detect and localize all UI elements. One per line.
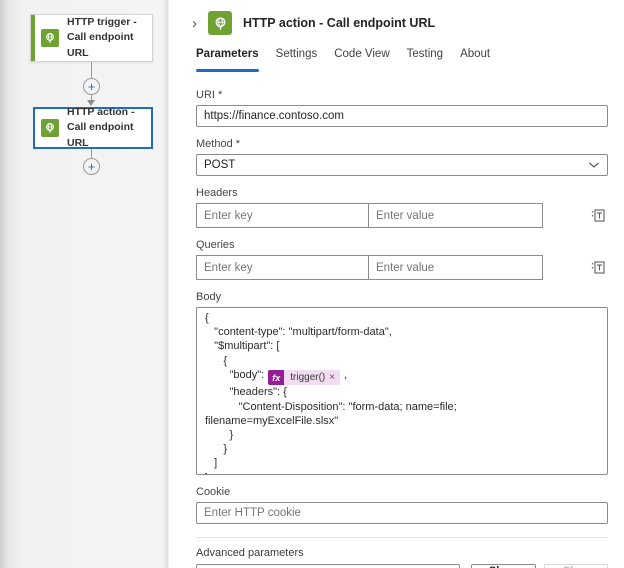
- switch-to-text-mode-icon[interactable]: [589, 206, 608, 225]
- queries-value-input[interactable]: [369, 256, 542, 279]
- action-node-selected[interactable]: HTTP action - Call endpoint URL: [33, 107, 153, 149]
- required-asterisk: *: [236, 138, 240, 150]
- chevron-down-icon: [588, 161, 600, 169]
- connector-line: [91, 62, 92, 78]
- tab-settings[interactable]: Settings: [276, 48, 318, 72]
- collapse-panel-button[interactable]: ›: [188, 15, 201, 32]
- tab-about[interactable]: About: [460, 48, 490, 72]
- expression-token-label: trigger(): [284, 371, 328, 385]
- queries-label: Queries: [196, 239, 608, 251]
- trigger-node-label: HTTP trigger - Call endpoint URL: [67, 15, 144, 61]
- advanced-parameters-label: Advanced parameters: [196, 547, 608, 559]
- headers-label: Headers: [196, 187, 608, 199]
- plus-icon: +: [88, 80, 96, 93]
- method-label: Method*: [196, 138, 608, 150]
- http-connector-icon: [208, 11, 232, 35]
- required-asterisk: *: [218, 89, 222, 101]
- trigger-accent-bar: [31, 15, 35, 61]
- cookie-label: Cookie: [196, 486, 608, 498]
- uri-input[interactable]: [196, 105, 608, 127]
- queries-key-input[interactable]: [197, 256, 368, 279]
- panel-title: HTTP action - Call endpoint URL: [243, 16, 435, 30]
- cookie-input[interactable]: [196, 502, 608, 524]
- uri-label: URI*: [196, 89, 608, 101]
- method-select[interactable]: POST: [196, 154, 608, 176]
- workflow-canvas: HTTP trigger - Call endpoint URL + HTTP …: [0, 0, 168, 568]
- advanced-parameters-row: Showing 0 of 1 Show all Clear all: [196, 564, 608, 568]
- clear-all-button[interactable]: Clear all: [544, 564, 608, 568]
- add-step-button[interactable]: +: [83, 158, 100, 175]
- method-selected-value: POST: [204, 159, 235, 171]
- queries-key-value: [196, 255, 543, 280]
- panel-header: › HTTP action - Call endpoint URL: [196, 5, 608, 41]
- remove-token-icon[interactable]: ×: [328, 371, 340, 385]
- expression-token[interactable]: fxtrigger()×: [268, 370, 340, 385]
- http-connector-icon: [41, 119, 59, 137]
- body-editor[interactable]: { "content-type": "multipart/form-data",…: [196, 307, 608, 475]
- tab-code-view[interactable]: Code View: [334, 48, 389, 72]
- connector-line: [91, 149, 92, 158]
- logic-apps-designer: HTTP trigger - Call endpoint URL + HTTP …: [0, 0, 624, 568]
- tab-parameters[interactable]: Parameters: [196, 48, 259, 72]
- http-connector-icon: [41, 29, 59, 47]
- advanced-parameters-dropdown[interactable]: Showing 0 of 1: [196, 564, 460, 568]
- trigger-node[interactable]: HTTP trigger - Call endpoint URL: [30, 14, 153, 62]
- action-details-panel: › HTTP action - Call endpoint URL Parame…: [168, 0, 624, 568]
- show-all-button[interactable]: Show all: [471, 564, 536, 568]
- headers-key-input[interactable]: [197, 204, 368, 227]
- action-node-label: HTTP action - Call endpoint URL: [67, 105, 143, 151]
- switch-to-text-mode-icon[interactable]: [589, 258, 608, 277]
- headers-row: [196, 203, 608, 228]
- tab-testing[interactable]: Testing: [407, 48, 443, 72]
- body-label: Body: [196, 291, 608, 303]
- fx-icon: fx: [268, 370, 284, 385]
- tab-bar: Parameters Settings Code View Testing Ab…: [196, 48, 608, 72]
- plus-icon: +: [88, 160, 96, 173]
- queries-row: [196, 255, 608, 280]
- insert-step-button[interactable]: +: [83, 78, 100, 95]
- section-divider: [196, 537, 608, 538]
- headers-key-value: [196, 203, 543, 228]
- headers-value-input[interactable]: [369, 204, 542, 227]
